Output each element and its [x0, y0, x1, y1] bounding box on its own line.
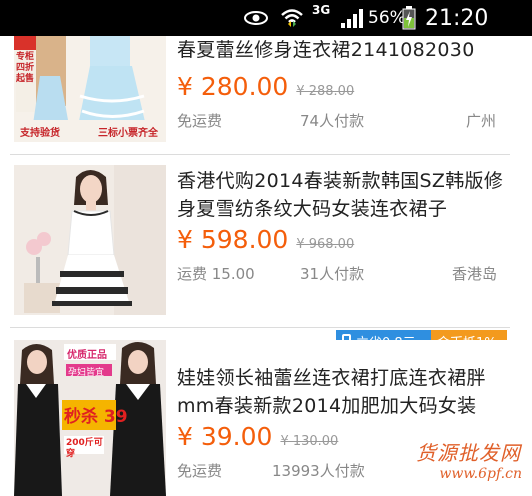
shipping-info: 免运费 — [177, 112, 223, 130]
network-type: 3G — [312, 3, 331, 17]
product-thumbnail: 优质正品 孕妇皆宜 秒杀 39 200斤可穿 — [14, 340, 166, 496]
thumb-label-flash-sale: 秒杀 39 — [64, 407, 128, 427]
clock: 21:20 — [425, 5, 489, 31]
buyer-count: 31人付款 — [300, 265, 365, 283]
original-price: ¥ 288.00 — [296, 84, 355, 99]
original-price: ¥ 968.00 — [296, 237, 355, 252]
watermark-logo: 货源批发网 www.6pf.cn — [416, 441, 528, 491]
product-title[interactable]: 香港代购2014春装新款韩国SZ韩版修身夏雪纺条纹大码女装连衣裙子 — [177, 167, 507, 223]
product-thumbnail — [14, 165, 166, 315]
seller-location: 广州 — [466, 112, 497, 130]
buyer-count: 74人付款 — [300, 112, 365, 130]
product-item-2[interactable]: 香港代购2014春装新款韩国SZ韩版修身夏雪纺条纹大码女装连衣裙子 ¥ 598.… — [0, 155, 532, 325]
price-row: ¥ 598.00 ¥ 968.00 — [177, 225, 354, 254]
product-item-1[interactable]: 专柜四折起售 支持验货 三标小票齐全 春夏蕾丝修身连衣裙2141082030 ¥… — [0, 36, 532, 154]
eye-icon — [244, 0, 268, 36]
thumb-label-maternity: 孕妇皆宜 — [68, 368, 105, 378]
status-bar: 3G 56% 21:20 — [0, 0, 532, 36]
watermark-title: 货源批发网 — [416, 441, 521, 465]
product-title[interactable]: 娃娃领长袖蕾丝连衣裙打底连衣裙胖mm春装新款2014加肥加大码女装 — [177, 364, 507, 420]
product-title[interactable]: 春夏蕾丝修身连衣裙2141082030 — [177, 36, 507, 64]
price-row: ¥ 39.00 ¥ 130.00 — [177, 422, 338, 451]
signal-icon — [340, 0, 366, 36]
product-price: ¥ 598.00 — [177, 225, 289, 254]
thumb-label-size: 200斤可穿 — [66, 438, 103, 459]
price-row: ¥ 280.00 ¥ 288.00 — [177, 72, 354, 101]
product-price: ¥ 39.00 — [177, 422, 273, 451]
seller-location: 香港岛 — [452, 265, 498, 283]
battery-percent: 56% — [368, 8, 406, 28]
thumb-label-tags: 三标小票齐全 — [98, 128, 158, 139]
thumb-label-quality: 优质正品 — [67, 350, 107, 361]
shipping-info: 免运费 — [177, 462, 223, 480]
product-thumbnail: 专柜四折起售 支持验货 三标小票齐全 — [14, 36, 166, 142]
thumb-label-sale: 专柜四折起售 — [16, 52, 35, 84]
buyer-count: 13993人付款 — [272, 462, 365, 480]
wifi-icon — [280, 0, 304, 36]
item-divider — [10, 327, 510, 328]
product-price: ¥ 280.00 — [177, 72, 289, 101]
original-price: ¥ 130.00 — [280, 434, 339, 449]
thumb-label-verify: 支持验货 — [20, 128, 60, 139]
watermark-url: www.6pf.cn — [439, 466, 522, 482]
shipping-info: 运费 15.00 — [177, 265, 255, 283]
battery-charging-icon — [402, 0, 416, 36]
